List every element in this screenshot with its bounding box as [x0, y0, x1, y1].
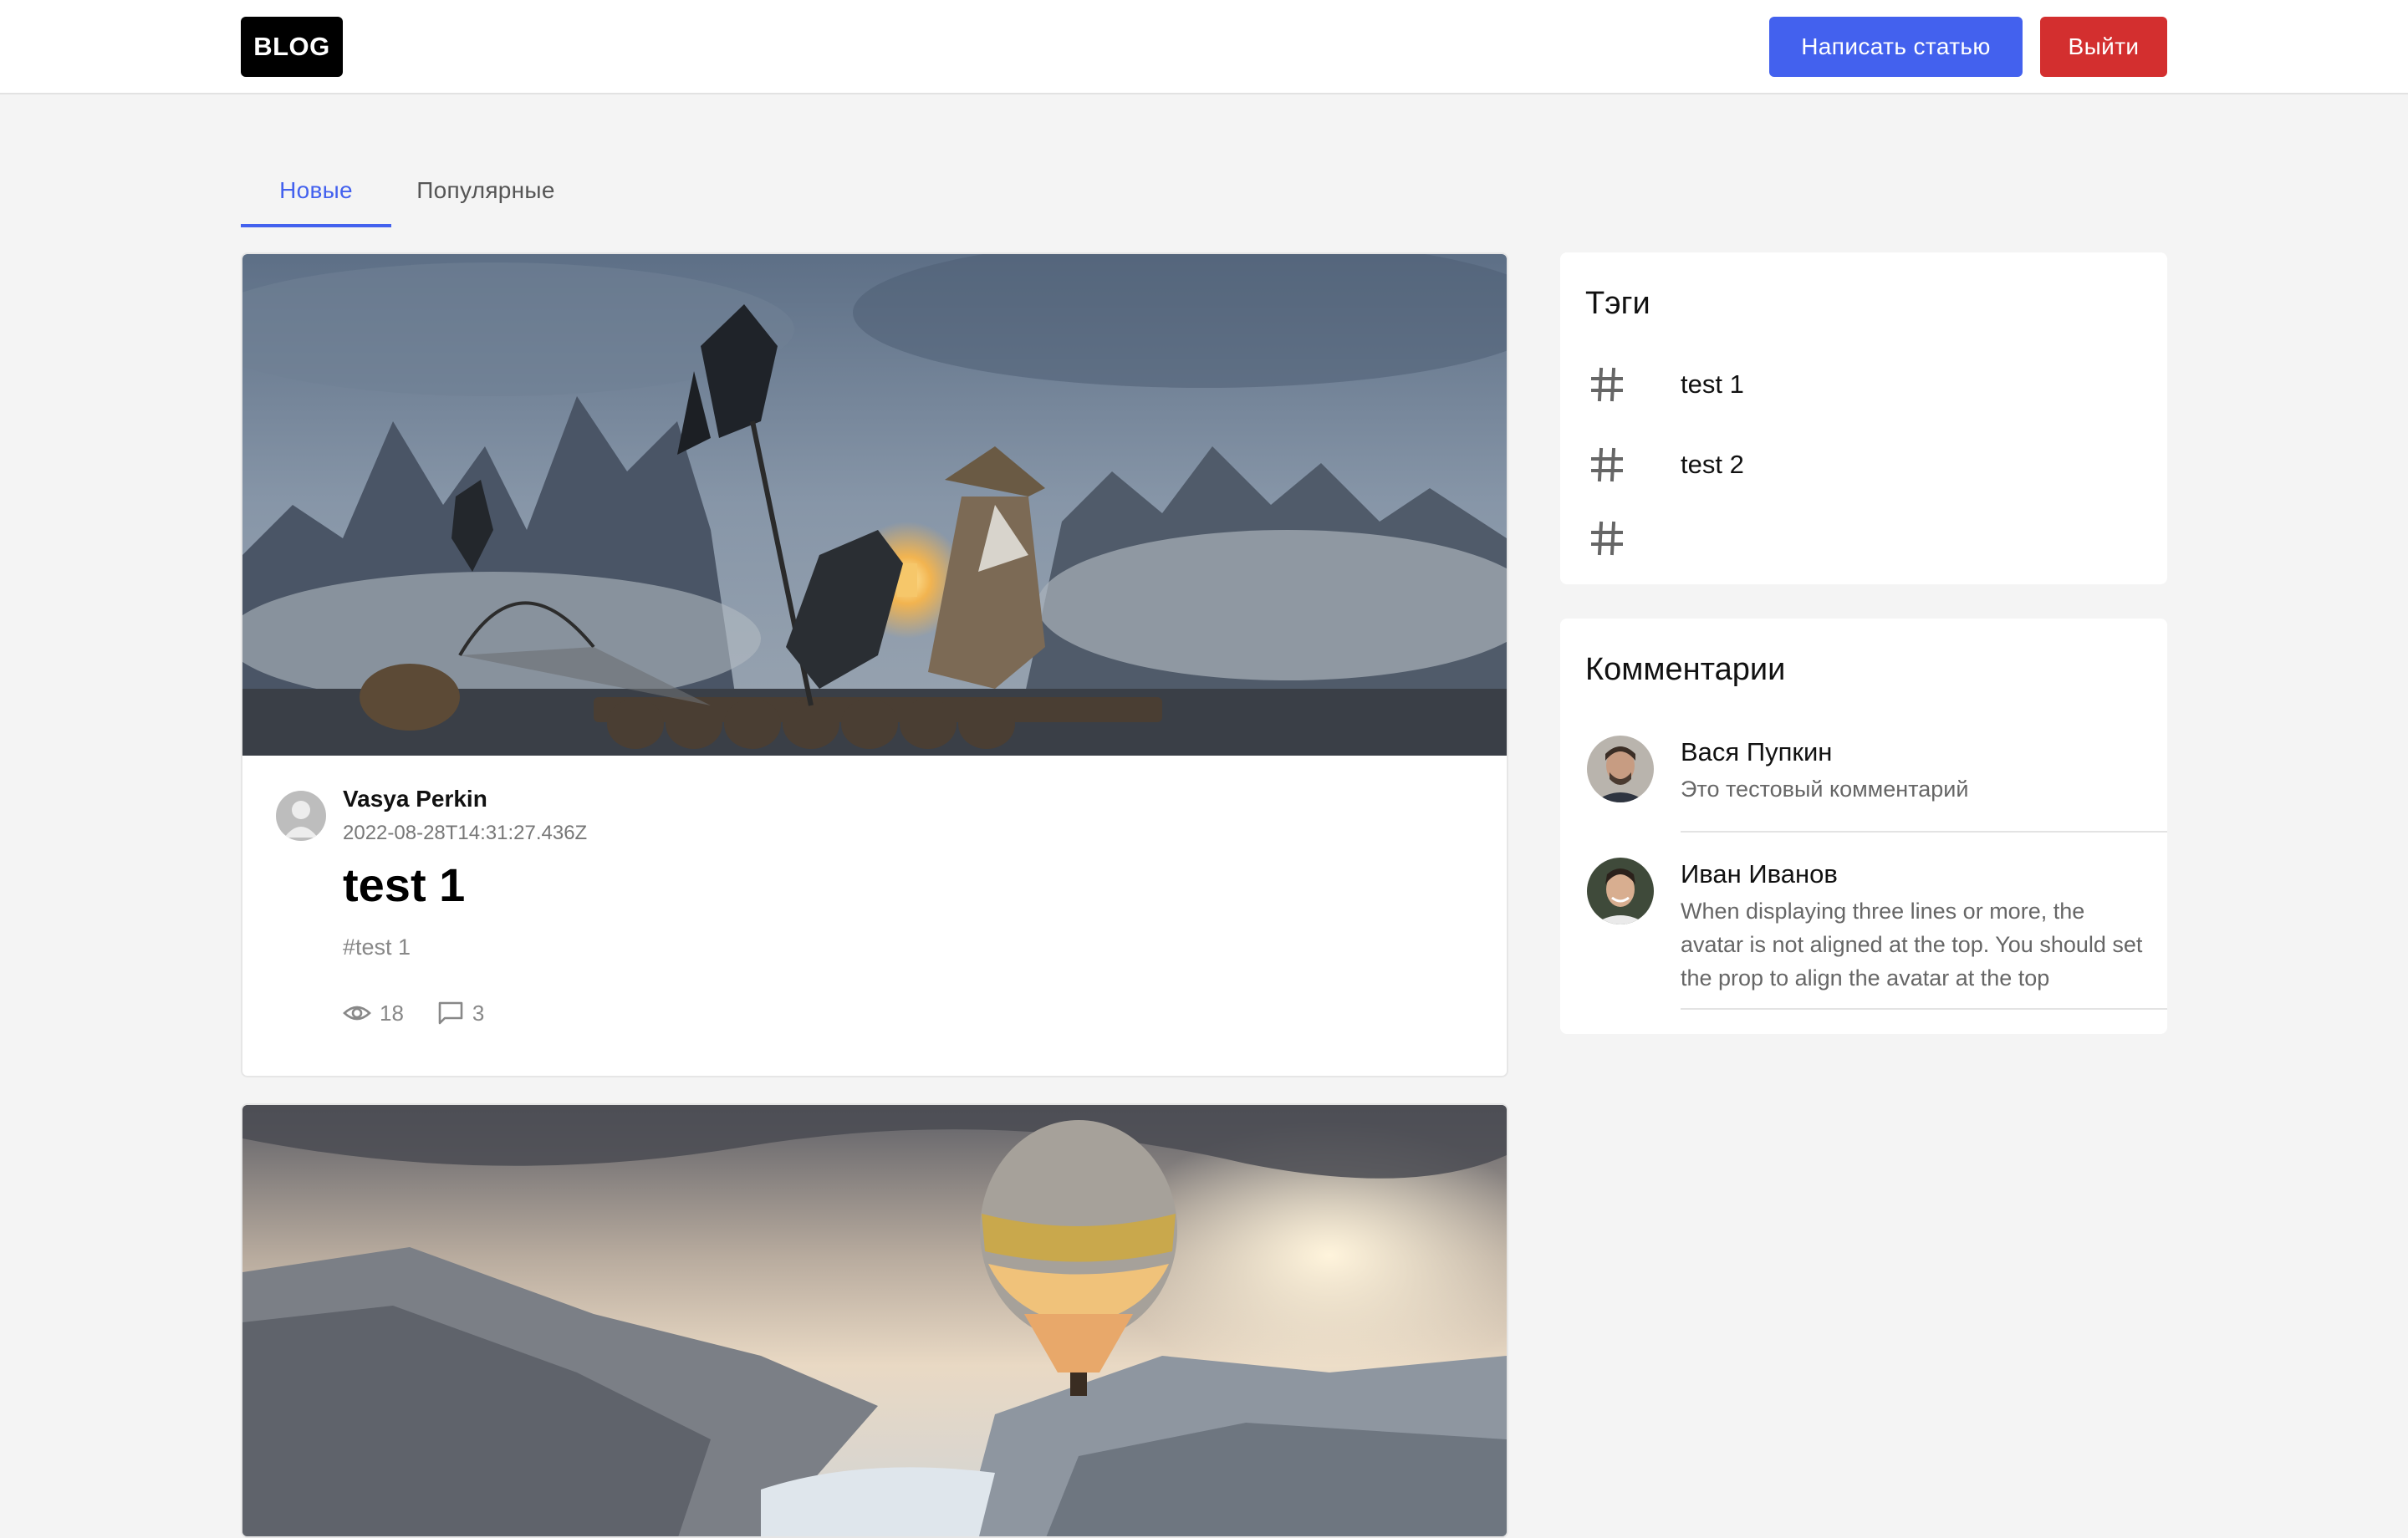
avatar-photo	[1587, 736, 1654, 802]
commenter-avatar[interactable]	[1587, 858, 1654, 924]
post-image[interactable]	[242, 1105, 1507, 1538]
top-header: BLOG Написать статью Выйти	[0, 0, 2408, 94]
comments-card: Комментарии Вася Пупкин Это тестовый ком…	[1560, 619, 2167, 1034]
comments-stat: 3	[437, 1001, 484, 1026]
views-stat: 18	[343, 1001, 404, 1026]
hash-icon	[1591, 521, 1623, 556]
tab-popular[interactable]: Популярные	[391, 155, 580, 226]
comment-item[interactable]: Иван Иванов When displaying three lines …	[1560, 858, 2167, 1025]
divider	[1681, 1008, 2167, 1010]
post-image[interactable]	[242, 254, 1507, 756]
avatar-photo	[1587, 858, 1654, 924]
hash-icon	[1591, 447, 1623, 482]
commenter-avatar[interactable]	[1587, 736, 1654, 802]
post-card[interactable]	[241, 1103, 1508, 1538]
hash-icon	[1591, 367, 1623, 402]
post-stats: 18 3	[343, 996, 518, 1030]
tag-label: test 2	[1681, 450, 1744, 479]
comments-title: Комментарии	[1585, 652, 1786, 687]
tab-new[interactable]: Новые	[241, 155, 391, 226]
tag-label: test 1	[1681, 369, 1744, 399]
active-tab-indicator	[241, 224, 391, 227]
post-tag[interactable]: #test 1	[343, 935, 411, 960]
comments-count: 3	[472, 1000, 485, 1026]
eye-icon	[343, 1006, 371, 1021]
logo[interactable]: BLOG	[241, 17, 343, 77]
comment-item[interactable]: Вася Пупкин Это тестовый комментарий	[1560, 736, 2167, 849]
write-article-button[interactable]: Написать статью	[1769, 17, 2023, 77]
tags-card: Тэги test 1 test 2	[1560, 252, 2167, 584]
post-card[interactable]: Vasya Perkin 2022-08-28T14:31:27.436Z te…	[241, 252, 1508, 1077]
logout-button[interactable]: Выйти	[2040, 17, 2167, 77]
author-avatar[interactable]	[276, 791, 326, 841]
tags-title: Тэги	[1585, 286, 1650, 321]
commenter-name: Иван Иванов	[1681, 859, 1838, 889]
divider	[1681, 831, 2167, 833]
post-author-name[interactable]: Vasya Perkin	[343, 786, 487, 812]
commenter-name: Вася Пупкин	[1681, 737, 1833, 766]
views-count: 18	[380, 1000, 404, 1026]
user-avatar-icon	[284, 801, 318, 838]
comment-text: Это тестовый комментарий	[1681, 777, 1969, 802]
post-date: 2022-08-28T14:31:27.436Z	[343, 822, 588, 844]
tag-item[interactable]: test 1	[1560, 348, 2167, 421]
post-title[interactable]: test 1	[343, 858, 465, 912]
comment-icon	[438, 1001, 463, 1025]
tag-item[interactable]	[1560, 502, 2167, 575]
tag-item[interactable]: test 2	[1560, 428, 2167, 502]
comment-text: When displaying three lines or more, the…	[1681, 899, 2143, 991]
